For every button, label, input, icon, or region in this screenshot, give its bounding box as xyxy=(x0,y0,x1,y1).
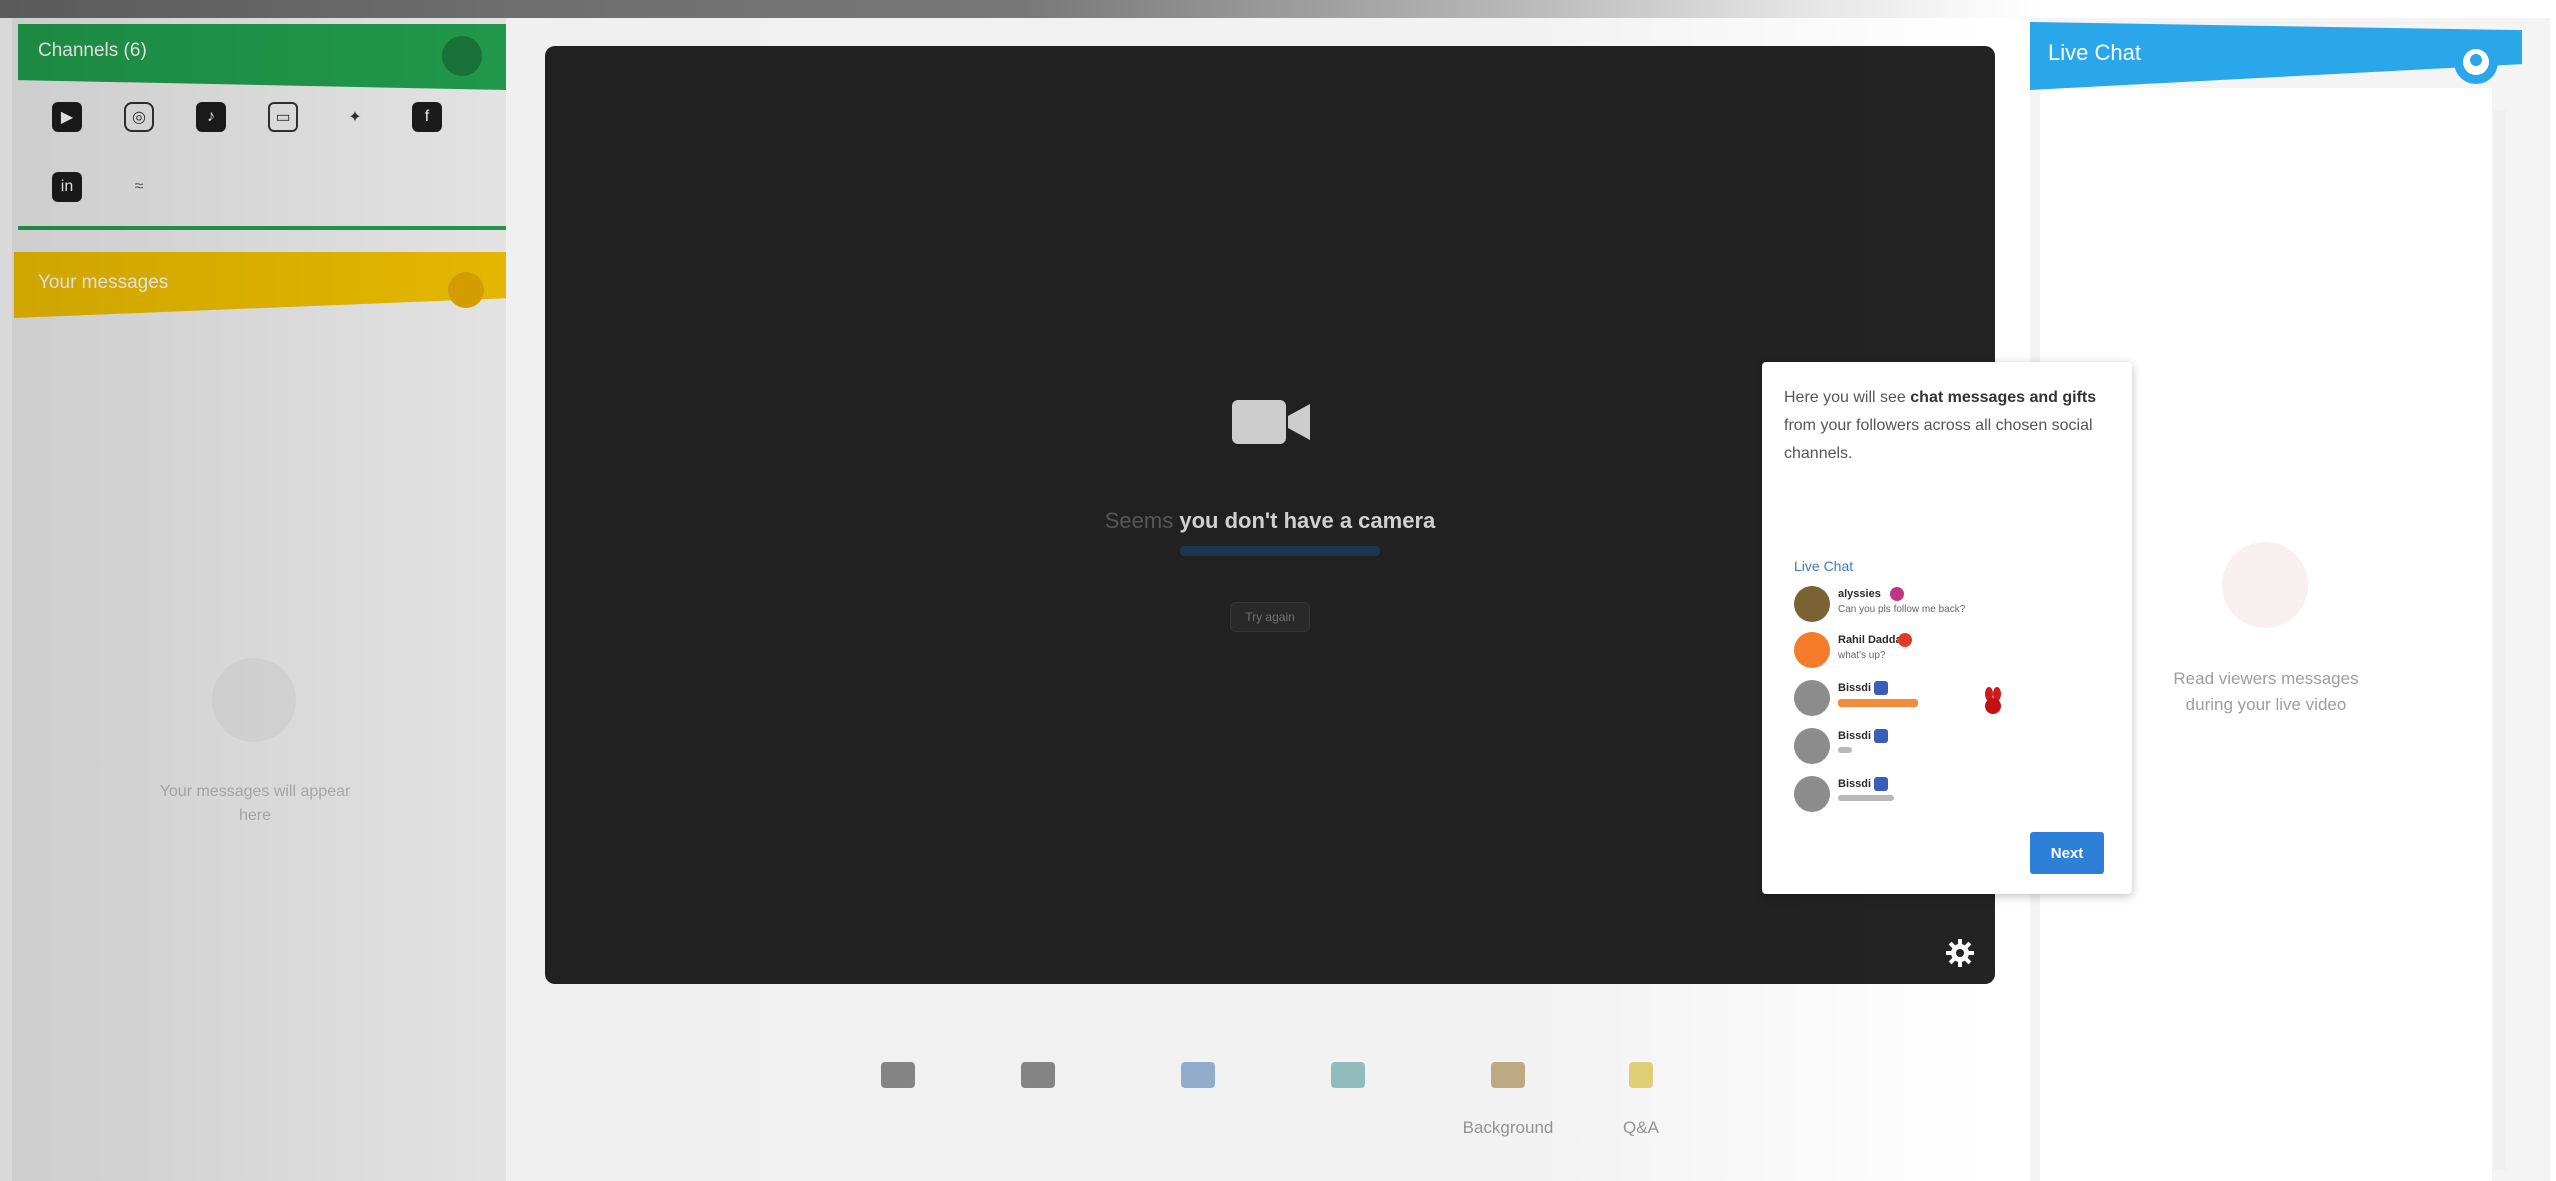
facebook-badge-icon xyxy=(1874,729,1888,743)
messages-toggle-icon[interactable] xyxy=(448,272,484,308)
media-icon xyxy=(1181,1062,1215,1088)
toolbar-qa-label: Q&A xyxy=(1623,1118,1659,1137)
preview-name: Bissdi xyxy=(1838,730,1872,742)
app-root: Channels (6) ▶ ◎ ♪ ▭ ✦ f in ≈ Your messa… xyxy=(0,0,2556,1181)
gift-icon xyxy=(1985,687,2001,714)
tooltip-text-rest: from your followers across all chosen so… xyxy=(1784,417,2093,462)
avatar xyxy=(1794,728,1830,764)
chat-title: Live Chat xyxy=(2048,40,2141,65)
gift-message-bar xyxy=(1838,699,1918,707)
youtube-icon[interactable]: ▶ xyxy=(52,102,82,132)
toolbar-comment-button[interactable] xyxy=(983,1062,1093,1118)
comment-icon xyxy=(1021,1062,1055,1088)
preview-name: alyssies xyxy=(1838,588,1881,600)
chat-scrollbar[interactable] xyxy=(2494,110,2506,1170)
chat-toggle-icon[interactable] xyxy=(2454,40,2498,84)
avatar xyxy=(1794,680,1830,716)
no-camera-title-prefix: Seems xyxy=(1104,508,1174,533)
avatar xyxy=(1794,586,1830,622)
camera-help-link[interactable] xyxy=(1180,546,1380,556)
avatar xyxy=(1794,632,1830,668)
toolbar-poll-button[interactable] xyxy=(1293,1062,1403,1118)
chat-empty-icon xyxy=(2222,542,2308,628)
toolbar-area xyxy=(545,1000,1995,1181)
facebook-badge-icon xyxy=(1874,681,1888,695)
tooltip-text: Here you will see chat messages and gift… xyxy=(1784,384,2114,468)
rss-icon[interactable]: ≈ xyxy=(124,172,154,202)
instagram-badge-icon xyxy=(1890,587,1904,601)
facebook-badge-icon xyxy=(1874,777,1888,791)
toolbar-background-button[interactable]: Background xyxy=(1438,1062,1578,1138)
facebook-icon[interactable]: f xyxy=(412,102,442,132)
qa-icon xyxy=(1629,1062,1653,1088)
preview-message: Can you pls follow me back? xyxy=(1838,604,1966,615)
messages-title: Your messages xyxy=(38,272,169,293)
gear-icon[interactable] xyxy=(1944,937,1976,969)
toolbar-share-button[interactable] xyxy=(843,1062,953,1118)
tiktok-icon[interactable]: ♪ xyxy=(196,102,226,132)
try-again-button[interactable]: Try again xyxy=(1230,602,1310,632)
message-bar xyxy=(1838,795,1894,801)
channels-divider xyxy=(18,226,506,230)
twitter-icon[interactable]: ✦ xyxy=(340,102,370,132)
preview-name: Bissdi xyxy=(1838,778,1872,790)
preview-name: Bissdi xyxy=(1838,682,1872,694)
background-icon xyxy=(1491,1062,1525,1088)
twitch-icon[interactable]: ▭ xyxy=(268,102,298,132)
messages-empty-icon xyxy=(212,658,296,742)
top-bar xyxy=(0,0,2556,18)
share-icon xyxy=(881,1062,915,1088)
linkedin-icon[interactable]: in xyxy=(52,172,82,202)
no-camera-title: Seems you don't have a camera xyxy=(1040,508,1500,534)
channels-title: Channels (6) xyxy=(38,40,147,61)
toolbar-background-label: Background xyxy=(1462,1118,1554,1137)
chat-bubble-icon xyxy=(2463,49,2489,75)
preview-title: Live Chat xyxy=(1794,558,1854,574)
instagram-icon[interactable]: ◎ xyxy=(124,102,154,132)
toolbar-qa-button[interactable]: Q&A xyxy=(1586,1062,1696,1138)
preview-message: what's up? xyxy=(1838,650,1886,661)
camera-icon xyxy=(1232,400,1310,444)
chat-empty-text: Read viewers messages during your live v… xyxy=(2173,669,2359,714)
message-bar xyxy=(1838,747,1852,753)
tooltip-text-intro: Here you will see xyxy=(1784,389,1911,406)
toolbar-media-button[interactable] xyxy=(1143,1062,1253,1118)
channels-toggle-icon[interactable] xyxy=(442,36,482,76)
tooltip-text-bold: chat messages and gifts xyxy=(1910,389,2097,406)
youtube-badge-icon xyxy=(1898,633,1912,647)
next-button[interactable]: Next xyxy=(2030,832,2104,874)
poll-icon xyxy=(1331,1062,1365,1088)
preview-name: Rahil Dadda xyxy=(1838,634,1902,646)
messages-empty-text: Your messages will appear here xyxy=(159,783,351,824)
avatar xyxy=(1794,776,1830,812)
left-panel xyxy=(12,18,506,1181)
no-camera-title-main: you don't have a camera xyxy=(1179,508,1436,533)
